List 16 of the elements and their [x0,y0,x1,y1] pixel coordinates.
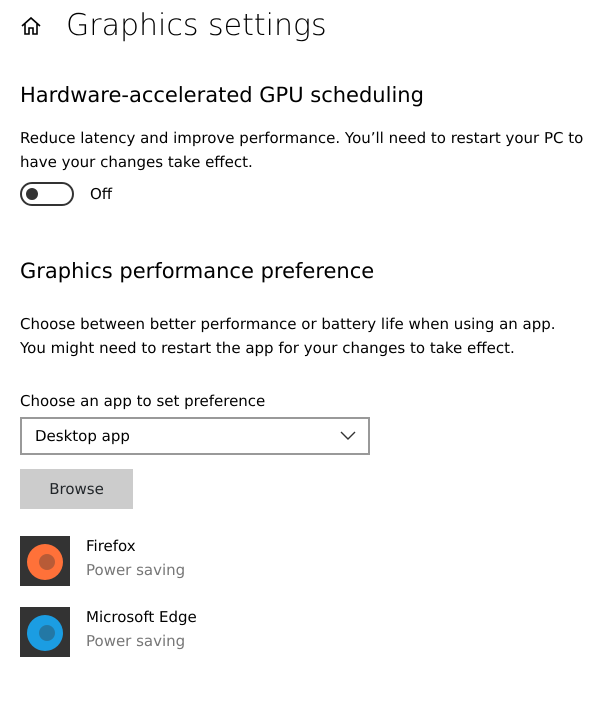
app-name: Firefox [86,536,137,557]
description: Reduce latency and improve performance. You’ll need to restart your PC to have your changes take effect. [20,128,584,173]
page-title: Graphics settings [66,7,327,45]
browse-button[interactable]: Browse [20,469,133,509]
app-preference: Power saving [86,560,186,581]
section-heading: Graphics performance preference [20,258,376,285]
toggle-label: Off [90,184,112,205]
description: Choose between better performance or battery life when using an app. You might need to restart the app for your changes to take effect. [20,314,557,359]
chevron-icon [340,431,356,441]
field-label: Choose an app to set preference [20,391,266,412]
toggle-switch[interactable] [20,182,74,206]
home-icon[interactable] [20,15,42,37]
app-name: Microsoft Edge [86,607,197,628]
app-preference: Power saving [86,631,186,652]
section-heading: Hardware-accelerated GPU scheduling [20,82,425,109]
app-type-dropdown[interactable]: Desktop app [20,417,370,455]
